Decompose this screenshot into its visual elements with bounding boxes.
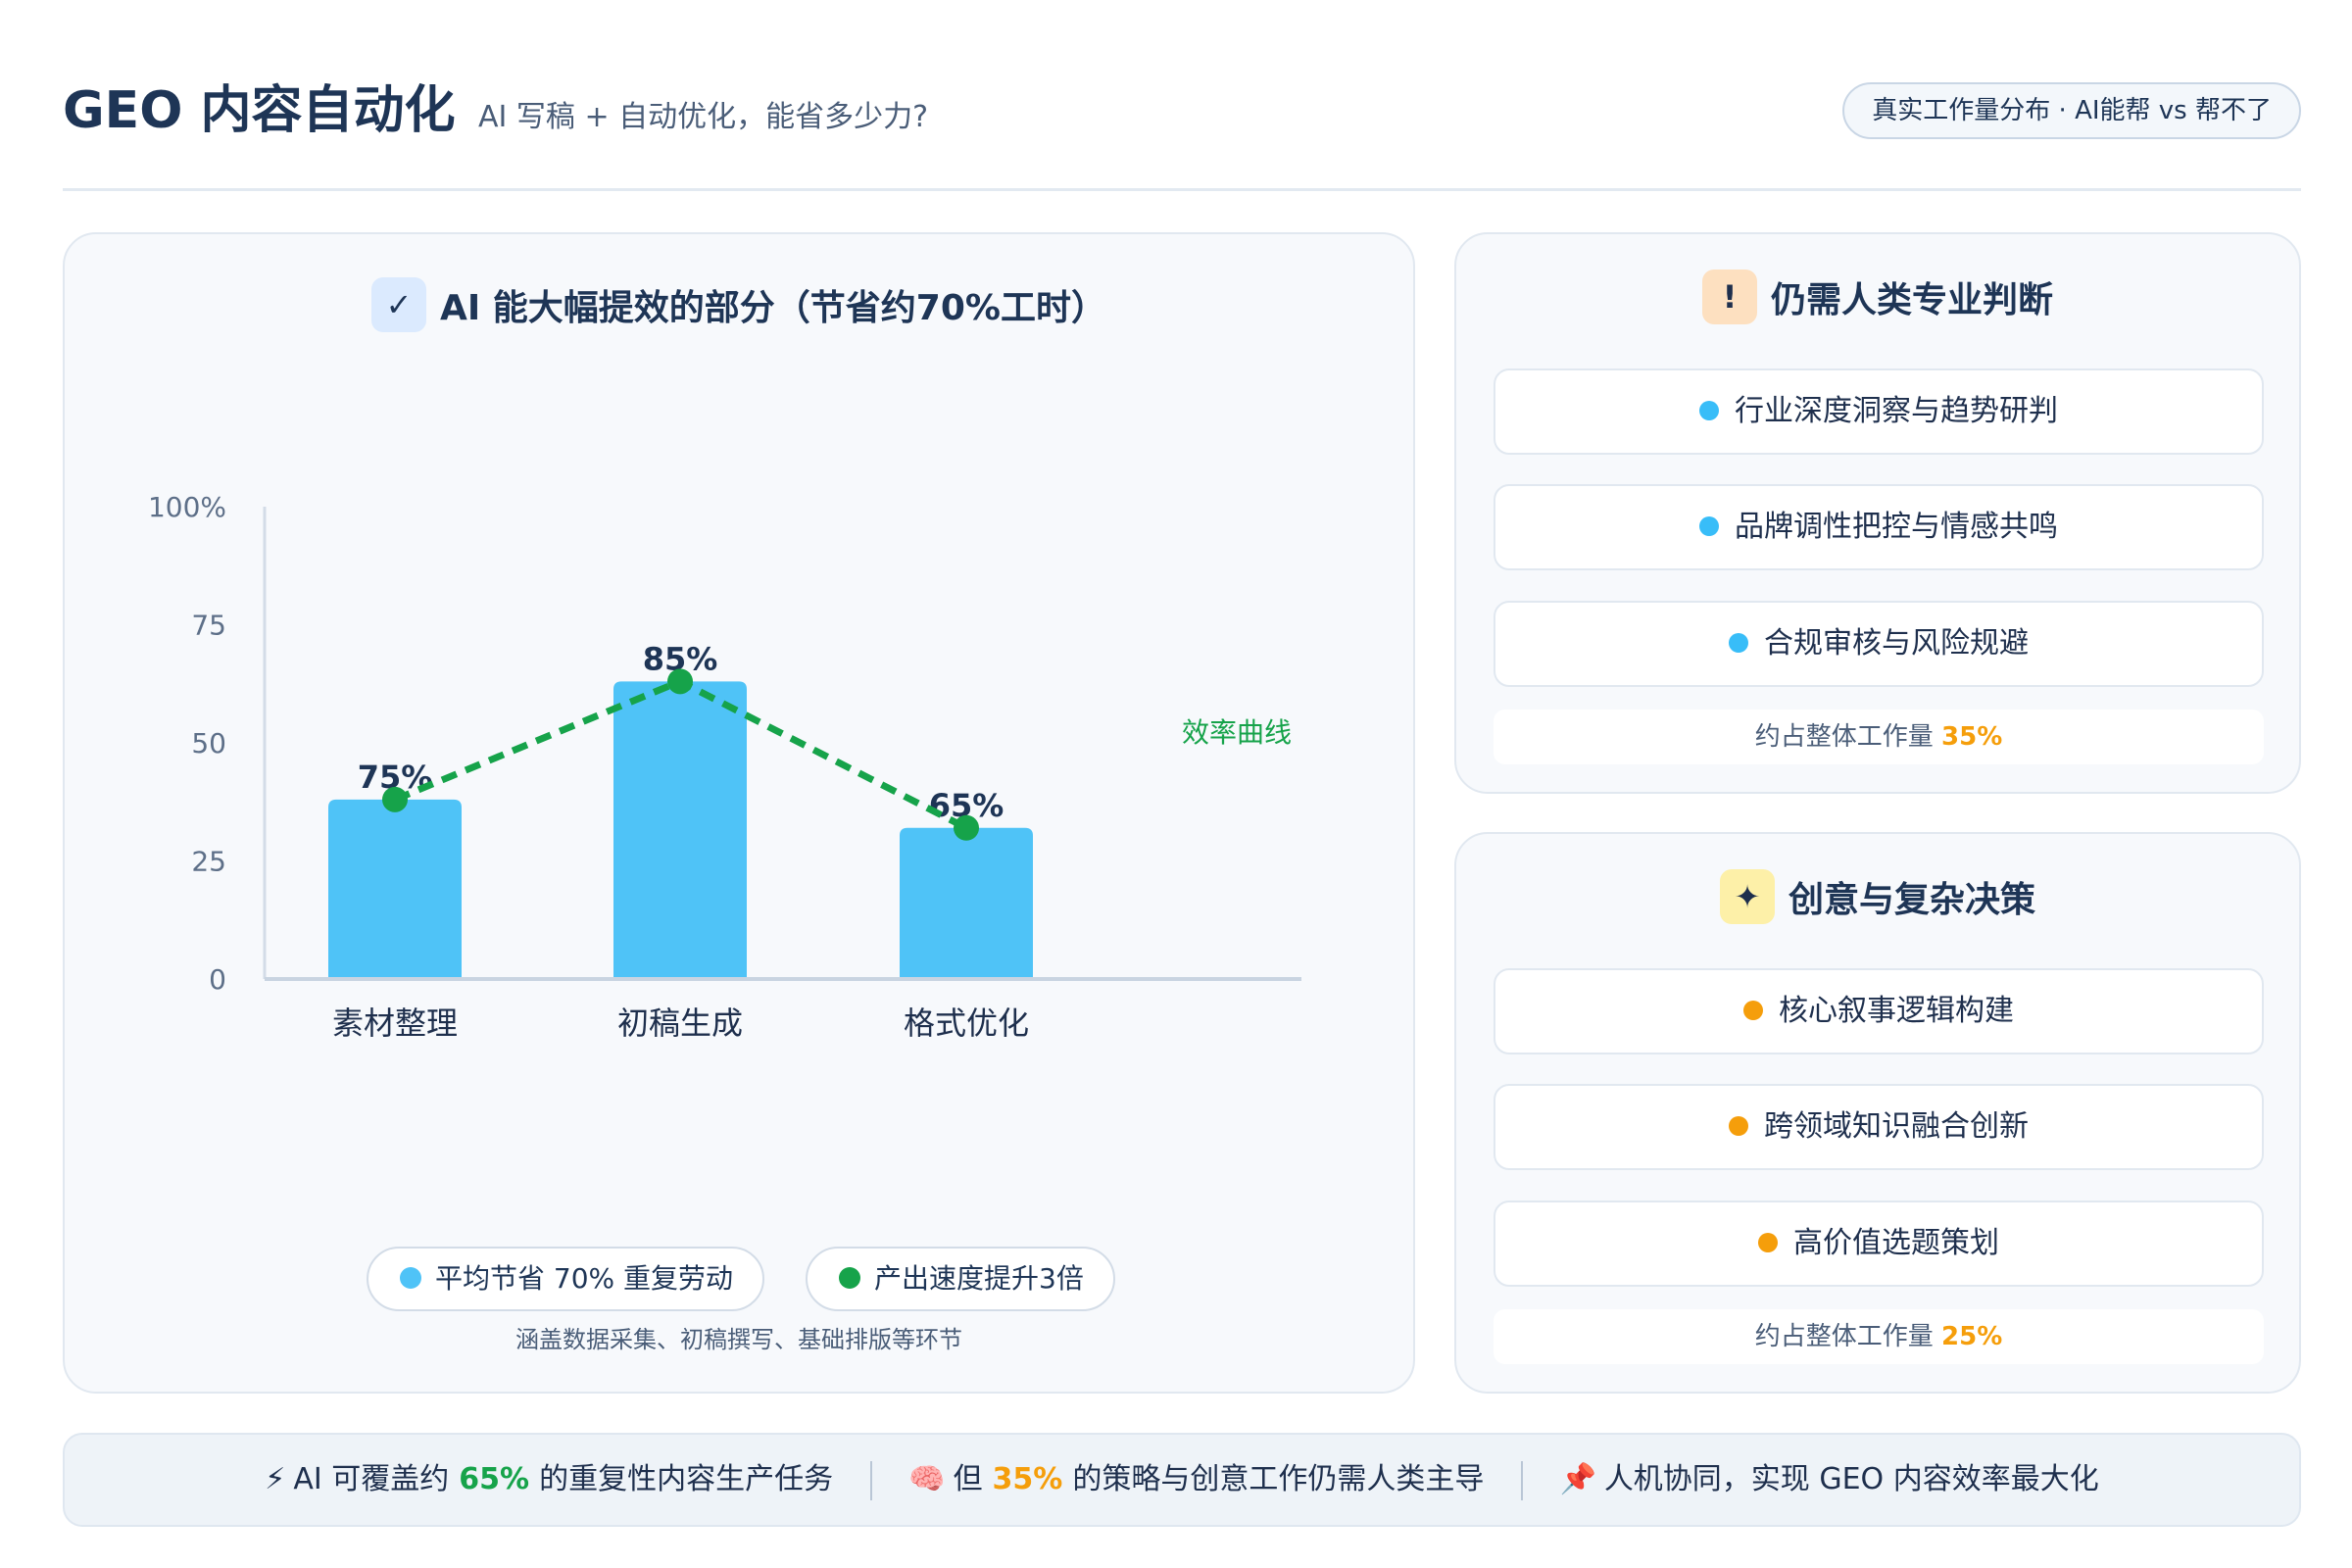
legend-note: 涵盖数据采集、初稿撰写、基础排版等环节 (515, 1326, 962, 1353)
workload-share-label: 约占整体工作量 (1754, 1322, 1934, 1351)
ai-efficiency-panel: ✓ AI 能大幅提效的部分（节省约70%工时） 0 25 50 75 100% 素材整理 75… (63, 232, 1415, 1394)
bullet-dot (1743, 1000, 1763, 1020)
workload-share: 约占整体工作量 25% (1494, 1309, 2264, 1364)
footer-number-ai: 65% (459, 1462, 530, 1496)
series-point (954, 814, 979, 841)
summary-footer: ⚡ AI 可覆盖约 65% 的重复性内容生产任务 🧠 但 35% 的策略与创意工作仍需人类主… (63, 1433, 2301, 1527)
footer-text: 但 (953, 1462, 983, 1496)
list-item: 核心叙事逻辑构建 (1494, 968, 2264, 1054)
bar (328, 799, 462, 979)
workload-share-value: 35% (1941, 722, 2003, 752)
page-title: GEO 内容自动化 (63, 81, 456, 140)
pushpin-icon: 📌 (1559, 1462, 1596, 1496)
summary-badge: 真实工作量分布 · AI能帮 vs 帮不了 (1842, 82, 2301, 139)
lightning-icon: ⚡ (265, 1462, 286, 1496)
x-tick-label: 素材整理 (332, 1004, 458, 1042)
legend-dot-green (839, 1267, 860, 1289)
bullet-dot (1699, 400, 1719, 420)
list-item-label: 品牌调性把控与情感共鸣 (1735, 510, 2058, 544)
page-subtitle: AI 写稿 + 自动优化，能省多少力? (478, 100, 929, 134)
x-tick-label: 初稿生成 (617, 1004, 743, 1042)
legend-label-speed: 产出速度提升3倍 (874, 1262, 1084, 1295)
header-divider (63, 188, 2301, 191)
human-judgment-panel-title: ! 仍需人类专业判断 (1456, 270, 2299, 324)
exclamation-icon: ! (1701, 270, 1757, 324)
efficiency-chart: 0255075100%素材整理75%初稿生成85%格式优化65%效率曲线 (148, 491, 1301, 1042)
footer-text: AI 可覆盖约 (293, 1462, 450, 1496)
footer-separator (869, 1460, 872, 1500)
list-item: 品牌调性把控与情感共鸣 (1494, 484, 2264, 570)
workload-share-label: 约占整体工作量 (1754, 722, 1934, 752)
brain-icon: 🧠 (908, 1462, 946, 1496)
workload-share-value: 25% (1941, 1322, 2003, 1351)
list-item-label: 合规审核与风险规避 (1764, 626, 2029, 661)
legend-item-speed: 产出速度提升3倍 (806, 1247, 1115, 1311)
legend-item-savings: 平均节省 70% 重复劳动 (367, 1247, 765, 1311)
panel-title-text: 创意与复杂决策 (1788, 880, 2035, 920)
list-item: 跨领域知识融合创新 (1494, 1084, 2264, 1170)
list-item: 合规审核与风险规避 (1494, 601, 2264, 687)
sparkle-icon: ✦ (1719, 869, 1775, 924)
footer-number-human: 35% (992, 1462, 1063, 1496)
bar (900, 827, 1033, 979)
list-item: 高价值选题策划 (1494, 1200, 2264, 1287)
legend-dot-blue (400, 1267, 421, 1289)
list-item-label: 核心叙事逻辑构建 (1779, 994, 2014, 1028)
bullet-dot (1699, 515, 1719, 536)
footer-text: 的重复性内容生产任务 (539, 1462, 834, 1496)
creative-decision-panel: ✦ 创意与复杂决策 核心叙事逻辑构建 跨领域知识融合创新 高价值选题策划 约占整体… (1454, 832, 2301, 1394)
y-tick-label: 0 (209, 963, 226, 996)
bullet-dot (1729, 632, 1748, 653)
footer-text: 人机协同，实现 GEO 内容效率最大化 (1603, 1462, 2099, 1496)
footer-separator (1520, 1460, 1523, 1500)
y-tick-label: 75 (191, 610, 226, 642)
series-point (382, 786, 408, 812)
list-item-label: 跨领域知识融合创新 (1764, 1109, 2029, 1144)
bar (613, 681, 747, 979)
bullet-dot (1758, 1232, 1778, 1252)
header: GEO 内容自动化 AI 写稿 + 自动优化，能省多少力? 真实工作量分布 · … (63, 76, 2301, 194)
y-tick-label: 50 (191, 727, 226, 760)
workload-share: 约占整体工作量 35% (1494, 710, 2264, 764)
panel-title-text: 仍需人类专业判断 (1770, 280, 2053, 320)
footer-text: 的策略与创意工作仍需人类主导 (1072, 1462, 1485, 1496)
bullet-dot (1729, 1115, 1748, 1136)
human-judgment-panel: ! 仍需人类专业判断 行业深度洞察与趋势研判 品牌调性把控与情感共鸣 合规审核与风… (1454, 232, 2301, 794)
creative-decision-panel-title: ✦ 创意与复杂决策 (1456, 869, 2299, 924)
list-item-label: 高价值选题策划 (1793, 1226, 1999, 1260)
series-point (667, 668, 693, 695)
list-item: 行业深度洞察与趋势研判 (1494, 368, 2264, 455)
legend-label-savings: 平均节省 70% 重复劳动 (435, 1262, 734, 1295)
series-legend-label: 效率曲线 (1182, 716, 1292, 749)
x-tick-label: 格式优化 (904, 1004, 1029, 1042)
y-tick-label: 25 (191, 846, 226, 878)
y-tick-label: 100% (148, 491, 226, 523)
list-item-label: 行业深度洞察与趋势研判 (1735, 394, 2058, 428)
